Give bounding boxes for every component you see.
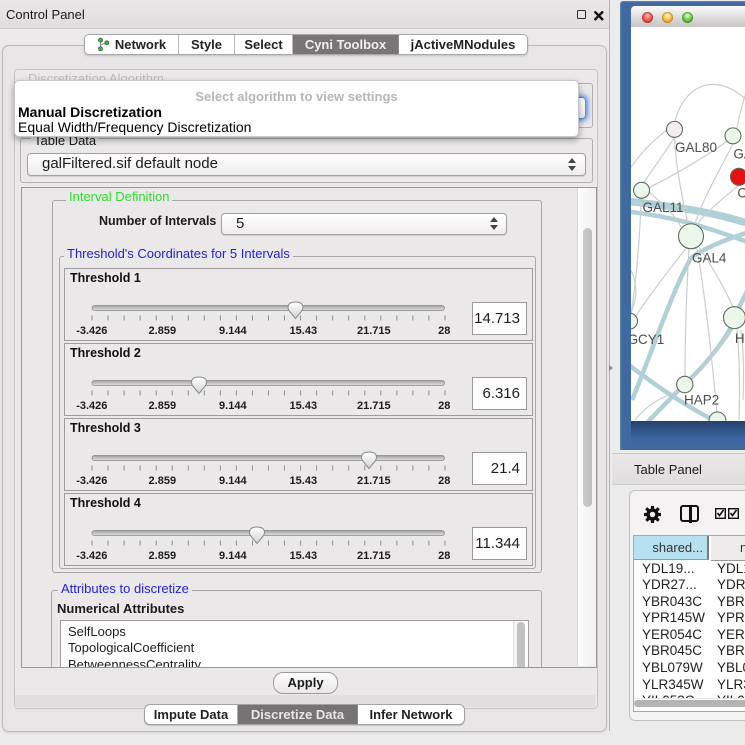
svg-text:-3.426: -3.426 — [76, 475, 107, 487]
svg-text:21.715: 21.715 — [357, 475, 391, 487]
svg-text:21.715: 21.715 — [357, 400, 391, 412]
svg-text:9.144: 9.144 — [219, 475, 247, 487]
svg-text:CR: CR — [737, 185, 745, 200]
svg-text:15.43: 15.43 — [290, 475, 318, 487]
svg-text:28: 28 — [438, 325, 450, 337]
svg-text:21.715: 21.715 — [357, 550, 391, 562]
svg-text:9.144: 9.144 — [219, 325, 247, 337]
svg-text:21.715: 21.715 — [357, 325, 391, 337]
svg-text:15.43: 15.43 — [290, 550, 318, 562]
svg-text:2.859: 2.859 — [149, 475, 177, 487]
svg-text:GAL11: GAL11 — [643, 200, 684, 215]
svg-text:HAP2: HAP2 — [684, 393, 719, 408]
svg-text:HI: HI — [735, 331, 745, 346]
svg-text:-3.426: -3.426 — [76, 550, 107, 562]
svg-text:15.43: 15.43 — [290, 325, 318, 337]
svg-text:2.859: 2.859 — [149, 400, 177, 412]
svg-text:15.43: 15.43 — [290, 400, 318, 412]
svg-text:9.144: 9.144 — [219, 400, 247, 412]
svg-text:2.859: 2.859 — [149, 550, 177, 562]
svg-text:-3.426: -3.426 — [76, 325, 107, 337]
svg-text:GAL4: GAL4 — [692, 251, 727, 266]
svg-text:9.144: 9.144 — [219, 550, 247, 562]
svg-text:GCY1: GCY1 — [631, 332, 664, 347]
svg-text:2.859: 2.859 — [149, 325, 177, 337]
svg-text:-3.426: -3.426 — [76, 400, 107, 412]
svg-text:GA: GA — [733, 146, 745, 161]
svg-text:28: 28 — [438, 400, 450, 412]
svg-text:28: 28 — [438, 475, 450, 487]
svg-text:GAL80: GAL80 — [675, 140, 717, 155]
svg-text:28: 28 — [438, 550, 450, 562]
